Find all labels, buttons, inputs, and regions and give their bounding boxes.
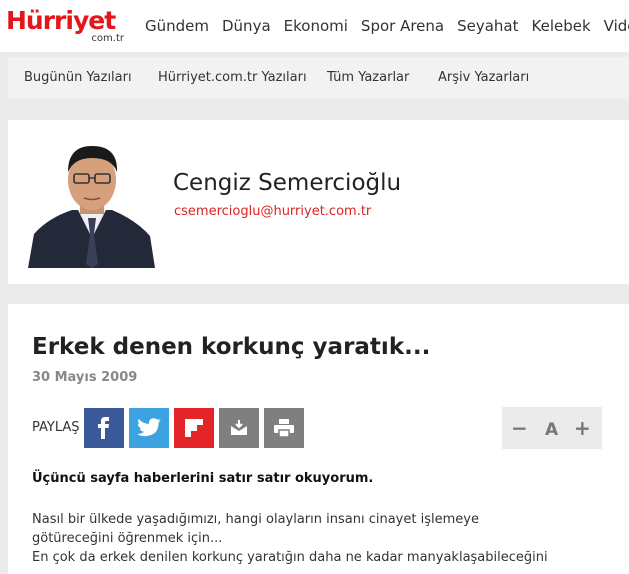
article-line: Nasıl bir ülkede yaşadığımızı, hangi ola… — [32, 512, 479, 527]
font-size-label: A — [545, 420, 559, 440]
facebook-icon — [94, 417, 114, 439]
nav-item-dunya[interactable]: Dünya — [222, 15, 271, 37]
nav-item-kelebek[interactable]: Kelebek — [532, 15, 591, 37]
facebook-share-button[interactable] — [84, 408, 124, 448]
author-card: Cengiz Semercioğlu csemercioglu@hurriyet… — [8, 120, 629, 284]
share-label: PAYLAŞ — [32, 420, 80, 435]
author-photo — [28, 138, 155, 268]
article-lede: Üçüncü sayfa haberlerini satır satır oku… — [32, 471, 374, 486]
article-line: En çok da erkek denilen korkunç yaratığı… — [32, 550, 548, 565]
subnav-bugunun-yazilari[interactable]: Bugünün Yazıları — [24, 69, 132, 87]
article-date: 30 Mayıs 2009 — [32, 370, 138, 385]
subnav-hurriyet-yazilari[interactable]: Hürriyet.com.tr Yazıları — [158, 69, 307, 87]
font-size-control: − A + — [502, 407, 602, 449]
twitter-icon — [137, 418, 161, 438]
subnav-tum-yazarlar[interactable]: Tüm Yazarlar — [327, 69, 409, 87]
author-subnav: Bugünün Yazıları Hürriyet.com.tr Yazılar… — [8, 57, 629, 99]
font-increase-button[interactable]: + — [574, 417, 591, 439]
subnav-arsiv-yazarlari[interactable]: Arşiv Yazarları — [438, 69, 529, 87]
nav-item-ekonomi[interactable]: Ekonomi — [284, 15, 348, 37]
logo-subtext: com.tr — [91, 33, 124, 44]
article-line: götüreceğini öğrenmek için... — [32, 531, 223, 546]
article: Erkek denen korkunç yaratık... 30 Mayıs … — [8, 304, 629, 574]
top-header: Hürriyet com.tr Gündem Dünya Ekonomi Spor A… — [0, 0, 629, 52]
main-nav: Gündem Dünya Ekonomi Spor Arena Seyahat Keleb… — [145, 15, 629, 37]
hurriyet-logo[interactable]: Hürriyet com.tr — [6, 6, 128, 46]
mail-icon — [230, 420, 248, 436]
article-title: Erkek denen korkunç yaratık... — [32, 334, 431, 360]
author-name[interactable]: Cengiz Semercioğlu — [173, 168, 401, 198]
article-body: Nasıl bir ülkede yaşadığımızı, hangi ola… — [32, 509, 592, 568]
nav-item-spor-arena[interactable]: Spor Arena — [361, 15, 444, 37]
twitter-share-button[interactable] — [129, 408, 169, 448]
print-button[interactable] — [264, 408, 304, 448]
flipboard-share-button[interactable] — [174, 408, 214, 448]
email-share-button[interactable] — [219, 408, 259, 448]
font-decrease-button[interactable]: − — [511, 417, 528, 439]
logo-text: Hürriyet — [6, 6, 116, 35]
nav-item-video[interactable]: Video — [604, 15, 629, 37]
nav-item-seyahat[interactable]: Seyahat — [457, 15, 518, 37]
nav-item-gundem[interactable]: Gündem — [145, 15, 209, 37]
print-icon — [274, 419, 294, 437]
author-email[interactable]: csemercioglu@hurriyet.com.tr — [174, 204, 371, 220]
flipboard-icon — [185, 419, 203, 437]
